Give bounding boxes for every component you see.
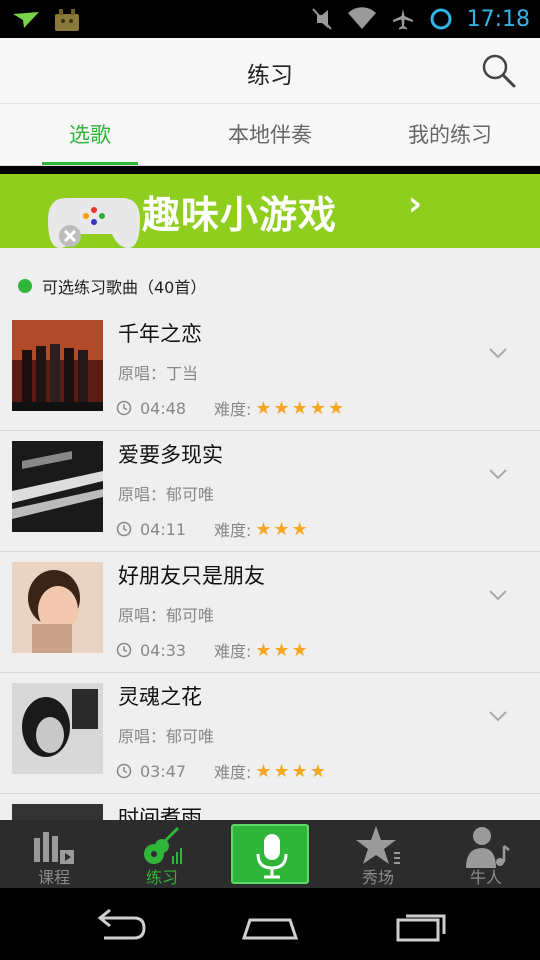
chevron-right-icon: › [408,184,423,224]
song-meta: 03:47 难度: ★★★★ [116,759,328,783]
difficulty-label: 难度: [214,521,252,540]
sync-icon [430,8,452,30]
song-list: 千年之恋 原唱：丁当 04:48 难度: ★★★★★ 爱要多现实 原唱：郁可唯 … [0,310,540,820]
nav-show-label: 秀场 [361,868,394,887]
song-title: 爱要多现实 [118,443,223,467]
clock-icon [116,642,132,658]
difficulty-stars: ★★★ [255,639,310,661]
tab-my-practice[interactable]: 我的练习 [360,104,540,165]
difficulty-stars: ★★★★★ [255,397,347,419]
status-bar: 17:18 [0,0,540,38]
nav-practice[interactable]: 练习 [108,820,216,888]
song-artist: 原唱：郁可唯 [118,485,215,504]
nav-record[interactable] [216,820,324,888]
page-title: 练习 [247,63,293,89]
banner-title: 趣味小游戏 [142,193,338,237]
song-duration: 04:33 [140,640,187,660]
microphone-icon [256,834,288,879]
song-duration: 04:11 [140,519,187,539]
send-notification-icon [13,12,39,28]
chevron-down-icon[interactable] [488,709,508,723]
song-artist: 原唱：郁可唯 [118,727,215,746]
tab-bar: 选歌 本地伴奏 我的练习 [0,104,540,166]
difficulty-stars: ★★★★ [255,760,328,782]
status-time: 17:18 [466,6,530,32]
clock-icon [116,400,132,416]
system-nav-bar [0,888,540,960]
difficulty-stars: ★★★ [255,518,310,540]
wifi-icon [347,7,376,29]
song-meta: 04:48 难度: ★★★★★ [116,396,346,420]
song-row[interactable]: 灵魂之花 原唱：郁可唯 03:47 难度: ★★★★ [0,673,540,794]
nav-course-label: 课程 [37,868,70,887]
search-icon[interactable] [480,52,518,90]
difficulty-label: 难度: [214,763,252,782]
section-header: 可选练习歌曲（40首） [18,274,206,298]
mini-games-banner[interactable]: 趣味小游戏 › [0,174,540,248]
song-row[interactable]: 爱要多现实 原唱：郁可唯 04:11 难度: ★★★ [0,431,540,552]
song-artist: 原唱：郁可唯 [118,606,215,625]
chevron-down-icon[interactable] [488,467,508,481]
song-row[interactable]: 好朋友只是朋友 原唱：郁可唯 04:33 难度: ★★★ [0,552,540,673]
song-meta: 04:11 难度: ★★★ [116,517,310,541]
song-row[interactable]: 时间煮雨 [0,794,540,820]
album-cover [12,562,103,653]
song-title: 千年之恋 [118,322,202,346]
chevron-down-icon[interactable] [488,346,508,360]
gamepad-icon [48,198,140,248]
song-list-area: 可选练习歌曲（40首） 千年之恋 原唱：丁当 04:48 难度: ★★★★★ 爱… [0,248,540,820]
album-cover [12,804,103,820]
nav-experts[interactable]: 牛人 [432,820,540,888]
difficulty-label: 难度: [214,642,252,661]
green-dot-icon [18,279,32,293]
clock-icon [116,521,132,537]
chevron-down-icon[interactable] [488,588,508,602]
back-icon[interactable] [90,908,150,942]
nav-show[interactable]: 秀场 [324,820,432,888]
song-title: 好朋友只是朋友 [118,564,265,588]
mute-icon [311,8,332,30]
album-cover [12,683,103,774]
song-title: 时间煮雨 [118,806,202,820]
song-duration: 03:47 [140,761,187,781]
airplane-mode-icon [392,9,413,30]
clock-icon [116,763,132,779]
song-title: 灵魂之花 [118,685,202,709]
tab-select-song[interactable]: 选歌 [0,104,180,165]
nav-practice-label: 练习 [145,868,178,887]
song-artist: 原唱：丁当 [118,364,199,383]
nav-experts-label: 牛人 [469,868,502,887]
song-duration: 04:48 [140,398,187,418]
android-app-icon [55,9,79,31]
recent-apps-icon[interactable] [392,908,452,942]
album-cover [12,441,103,532]
home-icon[interactable] [240,908,300,942]
song-meta: 04:33 难度: ★★★ [116,638,310,662]
nav-course[interactable]: 课程 [0,820,108,888]
section-title: 可选练习歌曲（40首） [42,278,207,297]
bottom-nav: 课程 练习 秀场 牛人 [0,820,540,888]
album-cover [12,320,103,411]
app-header: 练习 [0,38,540,104]
song-row[interactable]: 千年之恋 原唱：丁当 04:48 难度: ★★★★★ [0,310,540,431]
tab-local-accompaniment[interactable]: 本地伴奏 [180,104,360,165]
record-button[interactable] [231,824,309,884]
difficulty-label: 难度: [214,400,252,419]
